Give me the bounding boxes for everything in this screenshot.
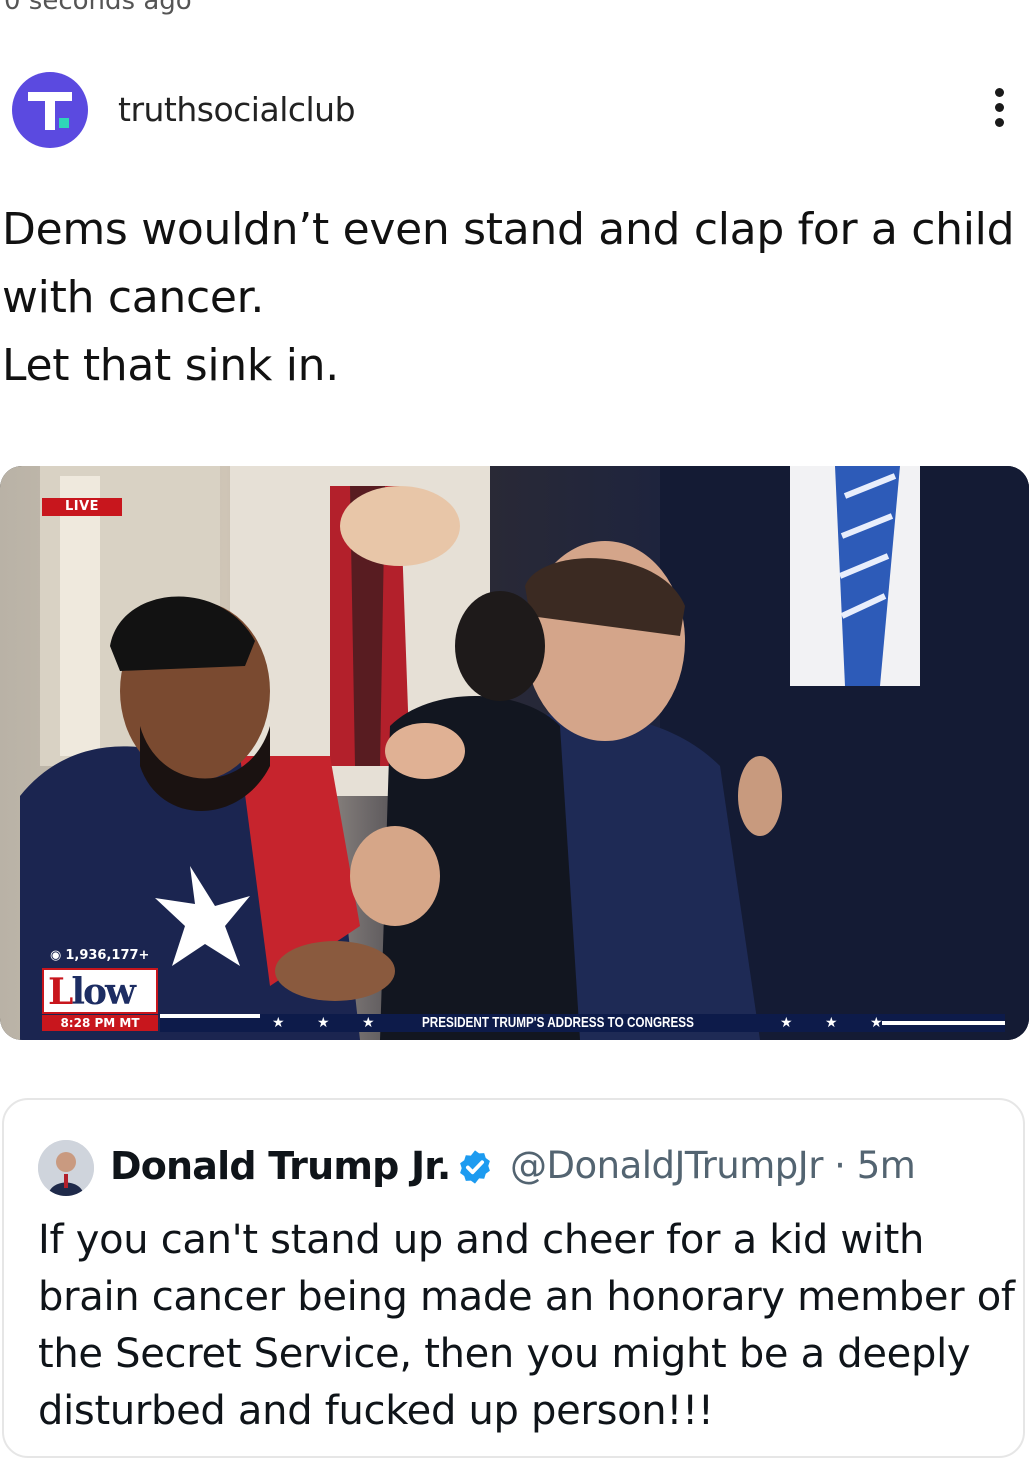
eye-icon: ◉	[50, 948, 62, 963]
broadcast-time: 8:28 PM MT	[42, 1015, 158, 1031]
kebab-menu-icon[interactable]	[991, 88, 1007, 134]
quoted-tweet-line: the Secret Service, then you might be a …	[38, 1331, 971, 1377]
post-header: truthsocialclub	[12, 72, 1017, 150]
video-scene	[0, 466, 1029, 1040]
banner-stars-left: ★ ★ ★	[272, 1015, 389, 1031]
quoted-tweet-line: disturbed and fucked up person!!!	[38, 1388, 714, 1434]
post-body-line: with cancer.	[2, 272, 265, 323]
post-body-line: Let that sink in.	[2, 340, 339, 391]
lower-third-banner: ★ ★ ★ PRESIDENT TRUMP'S ADDRESS TO CONGR…	[160, 1014, 1005, 1032]
quoted-tweet-card[interactable]: Donald Trump Jr. @DonaldJTrumpJr · 5m If…	[2, 1098, 1025, 1458]
post-body: Dems wouldn’t even stand and clap for a …	[2, 196, 1022, 400]
truth-social-logo-icon[interactable]	[12, 72, 88, 148]
banner-title: PRESIDENT TRUMP'S ADDRESS TO CONGRESS	[422, 1014, 694, 1031]
quoted-tweet-body: If you can't stand up and cheer for a ki…	[38, 1212, 1015, 1440]
relative-timestamp: 0 seconds ago	[4, 0, 192, 16]
video-frame-image[interactable]: LIVE ◉ 1,936,177+ Llow 8:28 PM MT ★ ★ ★ P…	[0, 466, 1029, 1040]
quoted-author-avatar[interactable]	[38, 1140, 94, 1196]
post-body-line: Dems wouldn’t even stand and clap for a …	[2, 204, 1015, 255]
view-count: ◉ 1,936,177+	[50, 948, 149, 963]
view-count-value: 1,936,177+	[65, 948, 150, 963]
quoted-author-handle-time[interactable]: @DonaldJTrumpJr · 5m	[510, 1144, 916, 1187]
quoted-author-name[interactable]: Donald Trump Jr.	[110, 1144, 451, 1188]
banner-stripe	[160, 1014, 260, 1018]
verified-badge-icon	[460, 1150, 490, 1184]
channel-logo: Llow	[42, 968, 158, 1014]
post-username[interactable]: truthsocialclub	[118, 90, 356, 129]
live-badge: LIVE	[42, 498, 122, 516]
quoted-tweet-line: brain cancer being made an honorary memb…	[38, 1274, 1015, 1320]
banner-stars-right: ★ ★ ★	[780, 1015, 897, 1031]
banner-stripe-right	[882, 1021, 1005, 1025]
quoted-tweet-header: Donald Trump Jr. @DonaldJTrumpJr · 5m	[38, 1140, 1018, 1200]
quoted-tweet-line: If you can't stand up and cheer for a ki…	[38, 1217, 925, 1263]
